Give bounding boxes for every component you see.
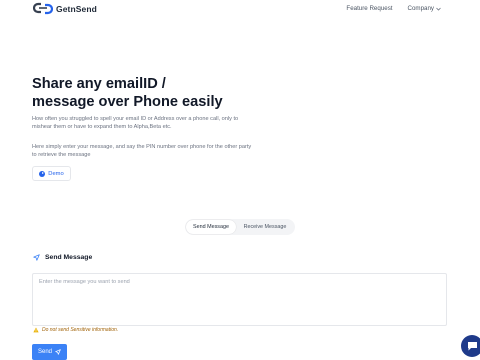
brand-name: GetnSend <box>56 3 97 14</box>
top-header: GetnSend Feature Request Company <box>0 0 480 18</box>
hero-title-line2: message over Phone easily <box>32 94 223 110</box>
hero-title: Share any emailID / message over Phone e… <box>32 75 292 111</box>
tab-send-message[interactable]: Send Message <box>186 220 236 234</box>
logo-icon <box>33 2 53 15</box>
hero-description-2: Here simply enter your message, and say … <box>32 144 252 159</box>
message-input[interactable]: Enter the message you want to send <box>32 273 447 326</box>
sensitive-warning: Do not send Sensitive information. <box>33 327 118 333</box>
paper-plane-icon <box>55 349 61 355</box>
paper-plane-icon <box>33 254 40 261</box>
send-section-title: Send Message <box>33 254 92 261</box>
hero-title-line1: Share any emailID / <box>32 76 166 92</box>
nav-feature-request[interactable]: Feature Request <box>346 5 392 12</box>
chevron-down-icon <box>436 7 441 11</box>
send-button[interactable]: Send <box>32 344 67 360</box>
nav-company[interactable]: Company <box>408 5 441 12</box>
message-tabs: Send Message Receive Message <box>185 219 295 235</box>
play-icon <box>39 170 46 177</box>
chat-widget-button[interactable] <box>461 335 480 357</box>
warning-text: Do not send Sensitive information. <box>42 327 119 333</box>
demo-button[interactable]: Demo <box>32 166 71 181</box>
hero-description: How often you struggled to spell your em… <box>32 116 239 131</box>
chat-icon <box>467 342 477 351</box>
demo-button-label: Demo <box>48 170 64 177</box>
top-nav: Feature Request Company <box>346 5 441 12</box>
message-input-placeholder: Enter the message you want to send <box>39 279 130 285</box>
tab-receive-message[interactable]: Receive Message <box>236 220 294 234</box>
brand-logo[interactable]: GetnSend <box>33 2 97 15</box>
send-section-label: Send Message <box>45 254 93 261</box>
send-button-label: Send <box>37 349 52 355</box>
nav-company-label: Company <box>407 5 434 12</box>
warning-icon <box>33 327 39 333</box>
